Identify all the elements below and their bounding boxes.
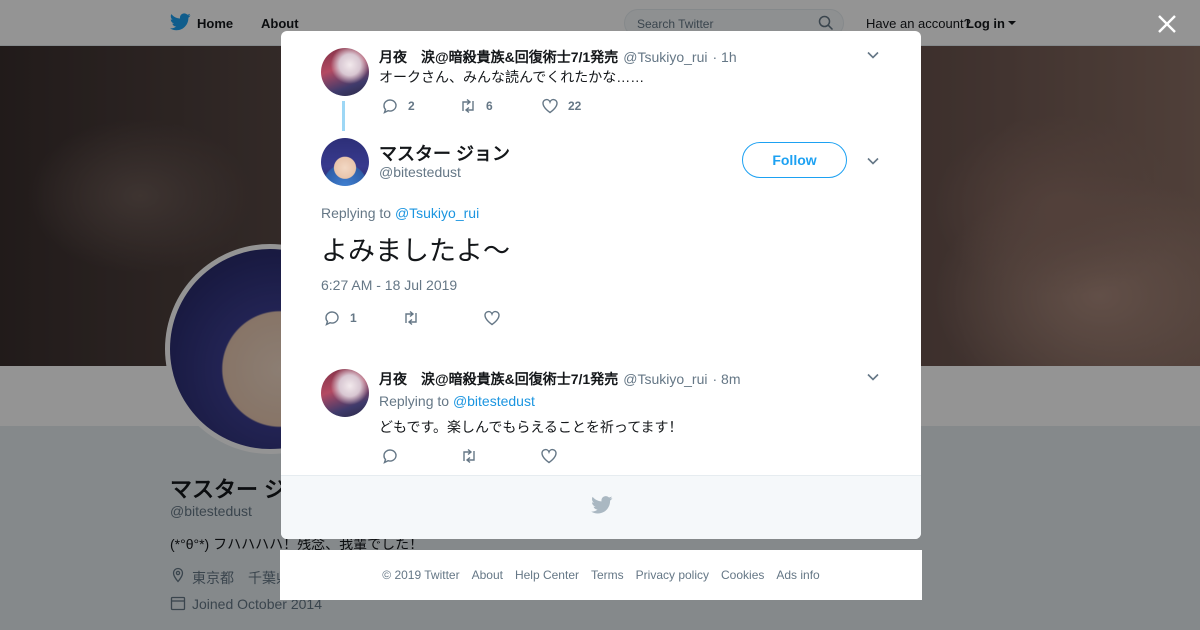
retweet-icon: [463, 448, 475, 464]
replying-to-link[interactable]: @bitestedust: [453, 393, 535, 409]
reply-icon: [383, 449, 397, 464]
author-name[interactable]: 月夜 涙@暗殺貴族&回復術士7/1発売: [379, 47, 618, 67]
author-handle[interactable]: @Tsukiyo_rui: [623, 371, 707, 387]
tweet-header: 月夜 涙@暗殺貴族&回復術士7/1発売 @Tsukiyo_rui · 1h: [379, 47, 737, 67]
chevron-down-icon[interactable]: [866, 154, 880, 168]
footer-link-about[interactable]: About: [472, 568, 503, 582]
footer-copyright: © 2019 Twitter: [382, 568, 460, 582]
replying-to-label: Replying to: [321, 205, 392, 221]
follow-button[interactable]: Follow: [742, 142, 847, 178]
avatar[interactable]: [321, 48, 369, 96]
footer-link-help[interactable]: Help Center: [515, 568, 579, 582]
like-button[interactable]: 22: [541, 97, 581, 115]
retweet-button[interactable]: [460, 447, 478, 465]
heart-icon: [542, 98, 558, 114]
retweet-button[interactable]: 6: [459, 97, 493, 115]
chevron-down-icon[interactable]: [866, 370, 880, 384]
close-icon[interactable]: [1155, 12, 1179, 36]
reply-button[interactable]: [381, 447, 399, 465]
site-footer: © 2019 Twitter About Help Center Terms P…: [280, 550, 922, 600]
tweet-text: よみましたよ～: [321, 236, 510, 266]
reply-count: 1: [350, 311, 357, 325]
avatar[interactable]: [321, 369, 369, 417]
replying-to: Replying to @Tsukiyo_rui: [321, 205, 479, 221]
author-handle[interactable]: @bitestedust: [379, 164, 461, 180]
author-name[interactable]: 月夜 涙@暗殺貴族&回復術士7/1発売: [379, 369, 618, 389]
replying-to-label: Replying to: [379, 393, 450, 409]
tweet-text: オークさん、みんな読んでくれたかな……: [379, 69, 645, 85]
tweet-timestamp[interactable]: 6:27 AM - 18 Jul 2019: [321, 277, 457, 293]
retweet-button[interactable]: [402, 309, 420, 327]
tweet-header: 月夜 涙@暗殺貴族&回復術士7/1発売 @Tsukiyo_rui · 8m: [379, 369, 740, 389]
footer-link-terms[interactable]: Terms: [591, 568, 624, 582]
retweet-icon: [462, 98, 474, 114]
replying-to-link[interactable]: @Tsukiyo_rui: [395, 205, 479, 221]
reply-button[interactable]: 2: [381, 97, 415, 115]
chevron-down-icon[interactable]: [866, 48, 880, 62]
tweet-text: どもです。楽しんでもらえることを祈ってます！: [379, 419, 683, 435]
like-button[interactable]: [540, 447, 558, 465]
footer-link-privacy[interactable]: Privacy policy: [636, 568, 709, 582]
author-handle[interactable]: @Tsukiyo_rui: [623, 49, 707, 65]
tweet-time[interactable]: · 1h: [712, 49, 736, 65]
reply-icon: [383, 99, 397, 114]
modal-footer: [281, 475, 921, 539]
twitter-logo-icon: [591, 496, 613, 514]
thread-connector: [342, 101, 345, 131]
like-count: 22: [568, 99, 582, 113]
avatar[interactable]: [321, 138, 369, 186]
reply-count: 2: [408, 99, 415, 113]
reply-button[interactable]: 1: [323, 309, 357, 327]
like-button[interactable]: [483, 309, 501, 327]
heart-icon: [484, 310, 500, 326]
heart-icon: [541, 448, 557, 464]
replying-to: Replying to @bitestedust: [379, 393, 535, 409]
reply-icon: [325, 311, 339, 326]
retweet-icon: [405, 310, 417, 326]
tweet-modal: 月夜 涙@暗殺貴族&回復術士7/1発売 @Tsukiyo_rui · 1h オー…: [281, 31, 921, 539]
tweet-time[interactable]: · 8m: [712, 371, 740, 387]
footer-link-ads[interactable]: Ads info: [776, 568, 819, 582]
retweet-count: 6: [486, 99, 493, 113]
author-name[interactable]: マスター ジョン: [379, 140, 510, 166]
footer-link-cookies[interactable]: Cookies: [721, 568, 764, 582]
